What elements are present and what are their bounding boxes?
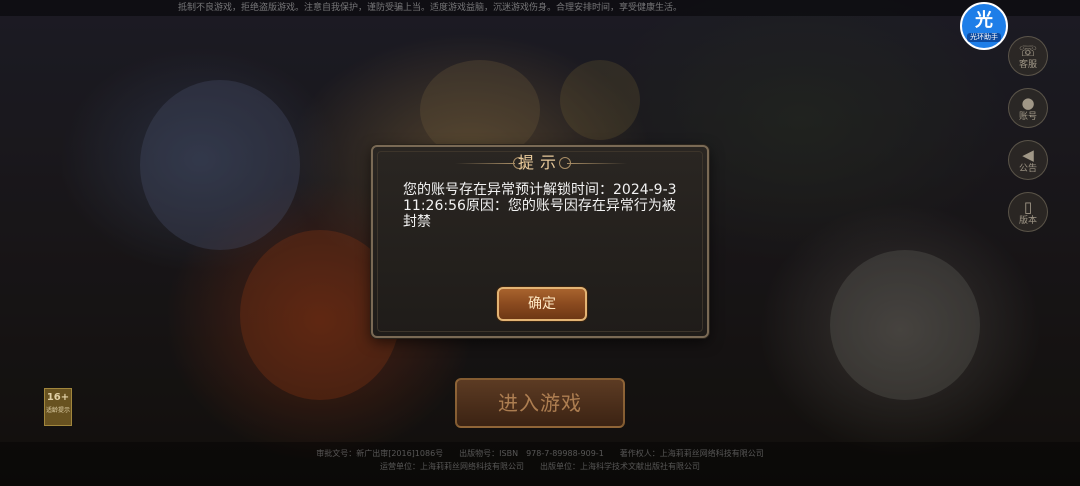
dialog-message: 您的账号存在异常预计解锁时间：2024-9-3 11:26:56原因：您的账号因…: [403, 182, 677, 230]
announcement-button[interactable]: ◀ 公告: [1008, 140, 1048, 180]
helper-label: 光环助手: [967, 33, 1001, 42]
headset-icon: ☏: [1018, 41, 1038, 60]
dialog-title: 提示: [517, 153, 562, 172]
phone-icon: ▯: [1023, 197, 1033, 216]
helper-logo-icon: 光: [975, 10, 993, 31]
customer-service-label: 客服: [1018, 59, 1037, 70]
footer-line-2: 运营单位：上海莉莉丝网络科技有限公司 出版单位：上海科学技术文献出版社有限公司: [380, 462, 700, 471]
announcement-label: 公告: [1018, 163, 1037, 174]
health-notice: 抵制不良游戏，拒绝盗版游戏。注意自我保护，谨防受骗上当。适度游戏益脑，沉迷游戏伤…: [0, 0, 1080, 16]
version-label: 版本: [1018, 215, 1037, 226]
footer-line-1: 审批文号：新广出审[2016]1086号 出版物号：ISBN 978-7-899…: [316, 449, 764, 458]
version-button[interactable]: ▯ 版本: [1008, 192, 1048, 232]
age-rating: 16+: [46, 392, 70, 403]
user-icon: ●: [1021, 93, 1035, 112]
age-rating-badge[interactable]: 16+ 适龄提示: [44, 388, 72, 426]
age-rating-note: 适龄提示: [45, 407, 70, 414]
footer: 审批文号：新广出审[2016]1086号 出版物号：ISBN 978-7-899…: [0, 442, 1080, 486]
confirm-button[interactable]: 确定: [497, 287, 587, 321]
speaker-icon: ◀: [1022, 145, 1034, 164]
account-label: 账号: [1018, 111, 1037, 122]
helper-app-button[interactable]: 光 光环助手: [960, 2, 1008, 50]
dialog-header: 提示: [373, 152, 707, 174]
title-ornament-right: [567, 163, 627, 164]
alert-dialog: 提示 您的账号存在异常预计解锁时间：2024-9-3 11:26:56原因：您的…: [371, 145, 709, 338]
account-button[interactable]: ● 账号: [1008, 88, 1048, 128]
customer-service-button[interactable]: ☏ 客服: [1008, 36, 1048, 76]
enter-game-button[interactable]: 进入游戏: [455, 378, 625, 428]
